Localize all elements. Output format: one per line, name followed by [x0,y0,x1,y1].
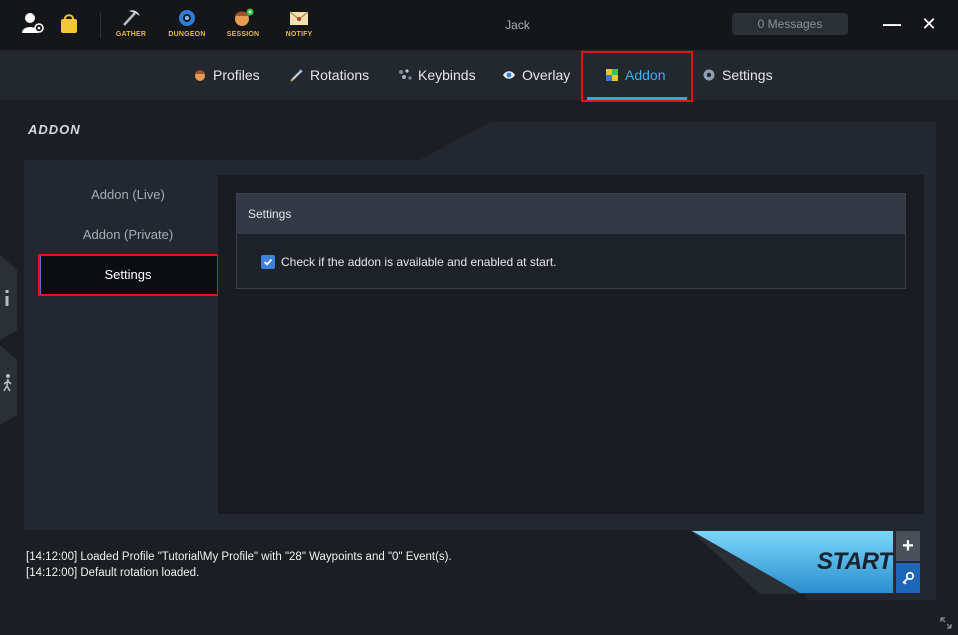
top-bar: GATHER DUNGEON SESSION NOTIFY Jack 0 Mes… [0,0,958,50]
tool-notify[interactable]: NOTIFY [274,8,324,44]
addon-check-option[interactable]: Check if the addon is available and enab… [261,255,557,269]
settings-group: Settings Check if the addon is available… [236,193,906,289]
submenu-addon-live[interactable]: Addon (Live) [38,175,218,215]
pickaxe-icon [123,10,140,26]
tab-keybinds[interactable]: Keybinds [398,50,476,100]
tab-overlay[interactable]: Overlay [502,50,570,100]
toolbar-separator [100,12,101,38]
eye-icon [503,71,515,79]
dungeon-gear-icon [179,10,195,26]
add-button[interactable]: + [896,531,920,561]
info-side-tab[interactable] [0,260,17,340]
tool-dungeon[interactable]: DUNGEON [162,8,212,44]
key-icon [902,571,915,585]
tool-label: SESSION [226,31,260,38]
tool-session[interactable]: SESSION [218,8,268,44]
checkmark-icon [263,258,273,266]
tab-label: Rotations [310,67,370,83]
resize-icon[interactable] [939,616,953,630]
tab-rotations[interactable]: Rotations [290,50,369,100]
walk-side-tab[interactable] [0,345,17,425]
highlight-box-settings [38,254,219,296]
username: Jack [505,18,530,32]
settings-group-header: Settings [237,194,905,234]
tool-label: DUNGEON [168,31,206,38]
tab-label: Overlay [522,67,571,83]
user-settings-icon[interactable] [20,10,46,36]
envelope-icon [289,11,309,25]
keybind-dots-icon [399,69,412,80]
plus-icon: + [902,535,914,557]
tab-label: Profiles [213,67,260,83]
tab-profiles[interactable]: Profiles [193,50,260,100]
tab-settings[interactable]: Settings [702,50,773,100]
submenu-addon-private[interactable]: Addon (Private) [38,215,218,255]
shopping-bag-icon[interactable] [56,10,82,36]
addon-check-checkbox[interactable] [261,255,275,269]
tab-label: Keybinds [418,67,476,83]
gear-icon [703,69,715,81]
session-avatar-icon [235,8,254,26]
messages-button[interactable]: 0 Messages [732,13,848,35]
log-line: [14:12:00] Default rotation loaded. [26,567,200,579]
tool-gather[interactable]: GATHER [106,8,156,44]
tab-label: Settings [722,67,773,83]
info-icon [5,290,9,306]
log-line: [14:12:00] Loaded Profile "Tutorial\My P… [26,551,452,563]
start-button[interactable]: START [817,548,893,576]
tool-label: GATHER [115,31,147,38]
tool-label: NOTIFY [285,31,313,38]
sword-icon [290,69,303,82]
key-button[interactable] [896,563,920,593]
main-nav: Profiles Rotations Keybinds Overlay Addo… [0,50,958,100]
highlight-box-addon [581,51,693,102]
app-window: GATHER DUNGEON SESSION NOTIFY Jack 0 Mes… [0,0,958,635]
walking-person-icon [3,374,12,392]
addon-check-label: Check if the addon is available and enab… [281,255,557,269]
activity-log: [14:12:00] Loaded Profile "Tutorial\My P… [26,549,452,581]
profile-avatar-icon [195,70,205,81]
minimize-button[interactable]: — [880,12,904,36]
page-title: ADDON [28,122,81,137]
close-button[interactable]: ✕ [917,12,941,36]
